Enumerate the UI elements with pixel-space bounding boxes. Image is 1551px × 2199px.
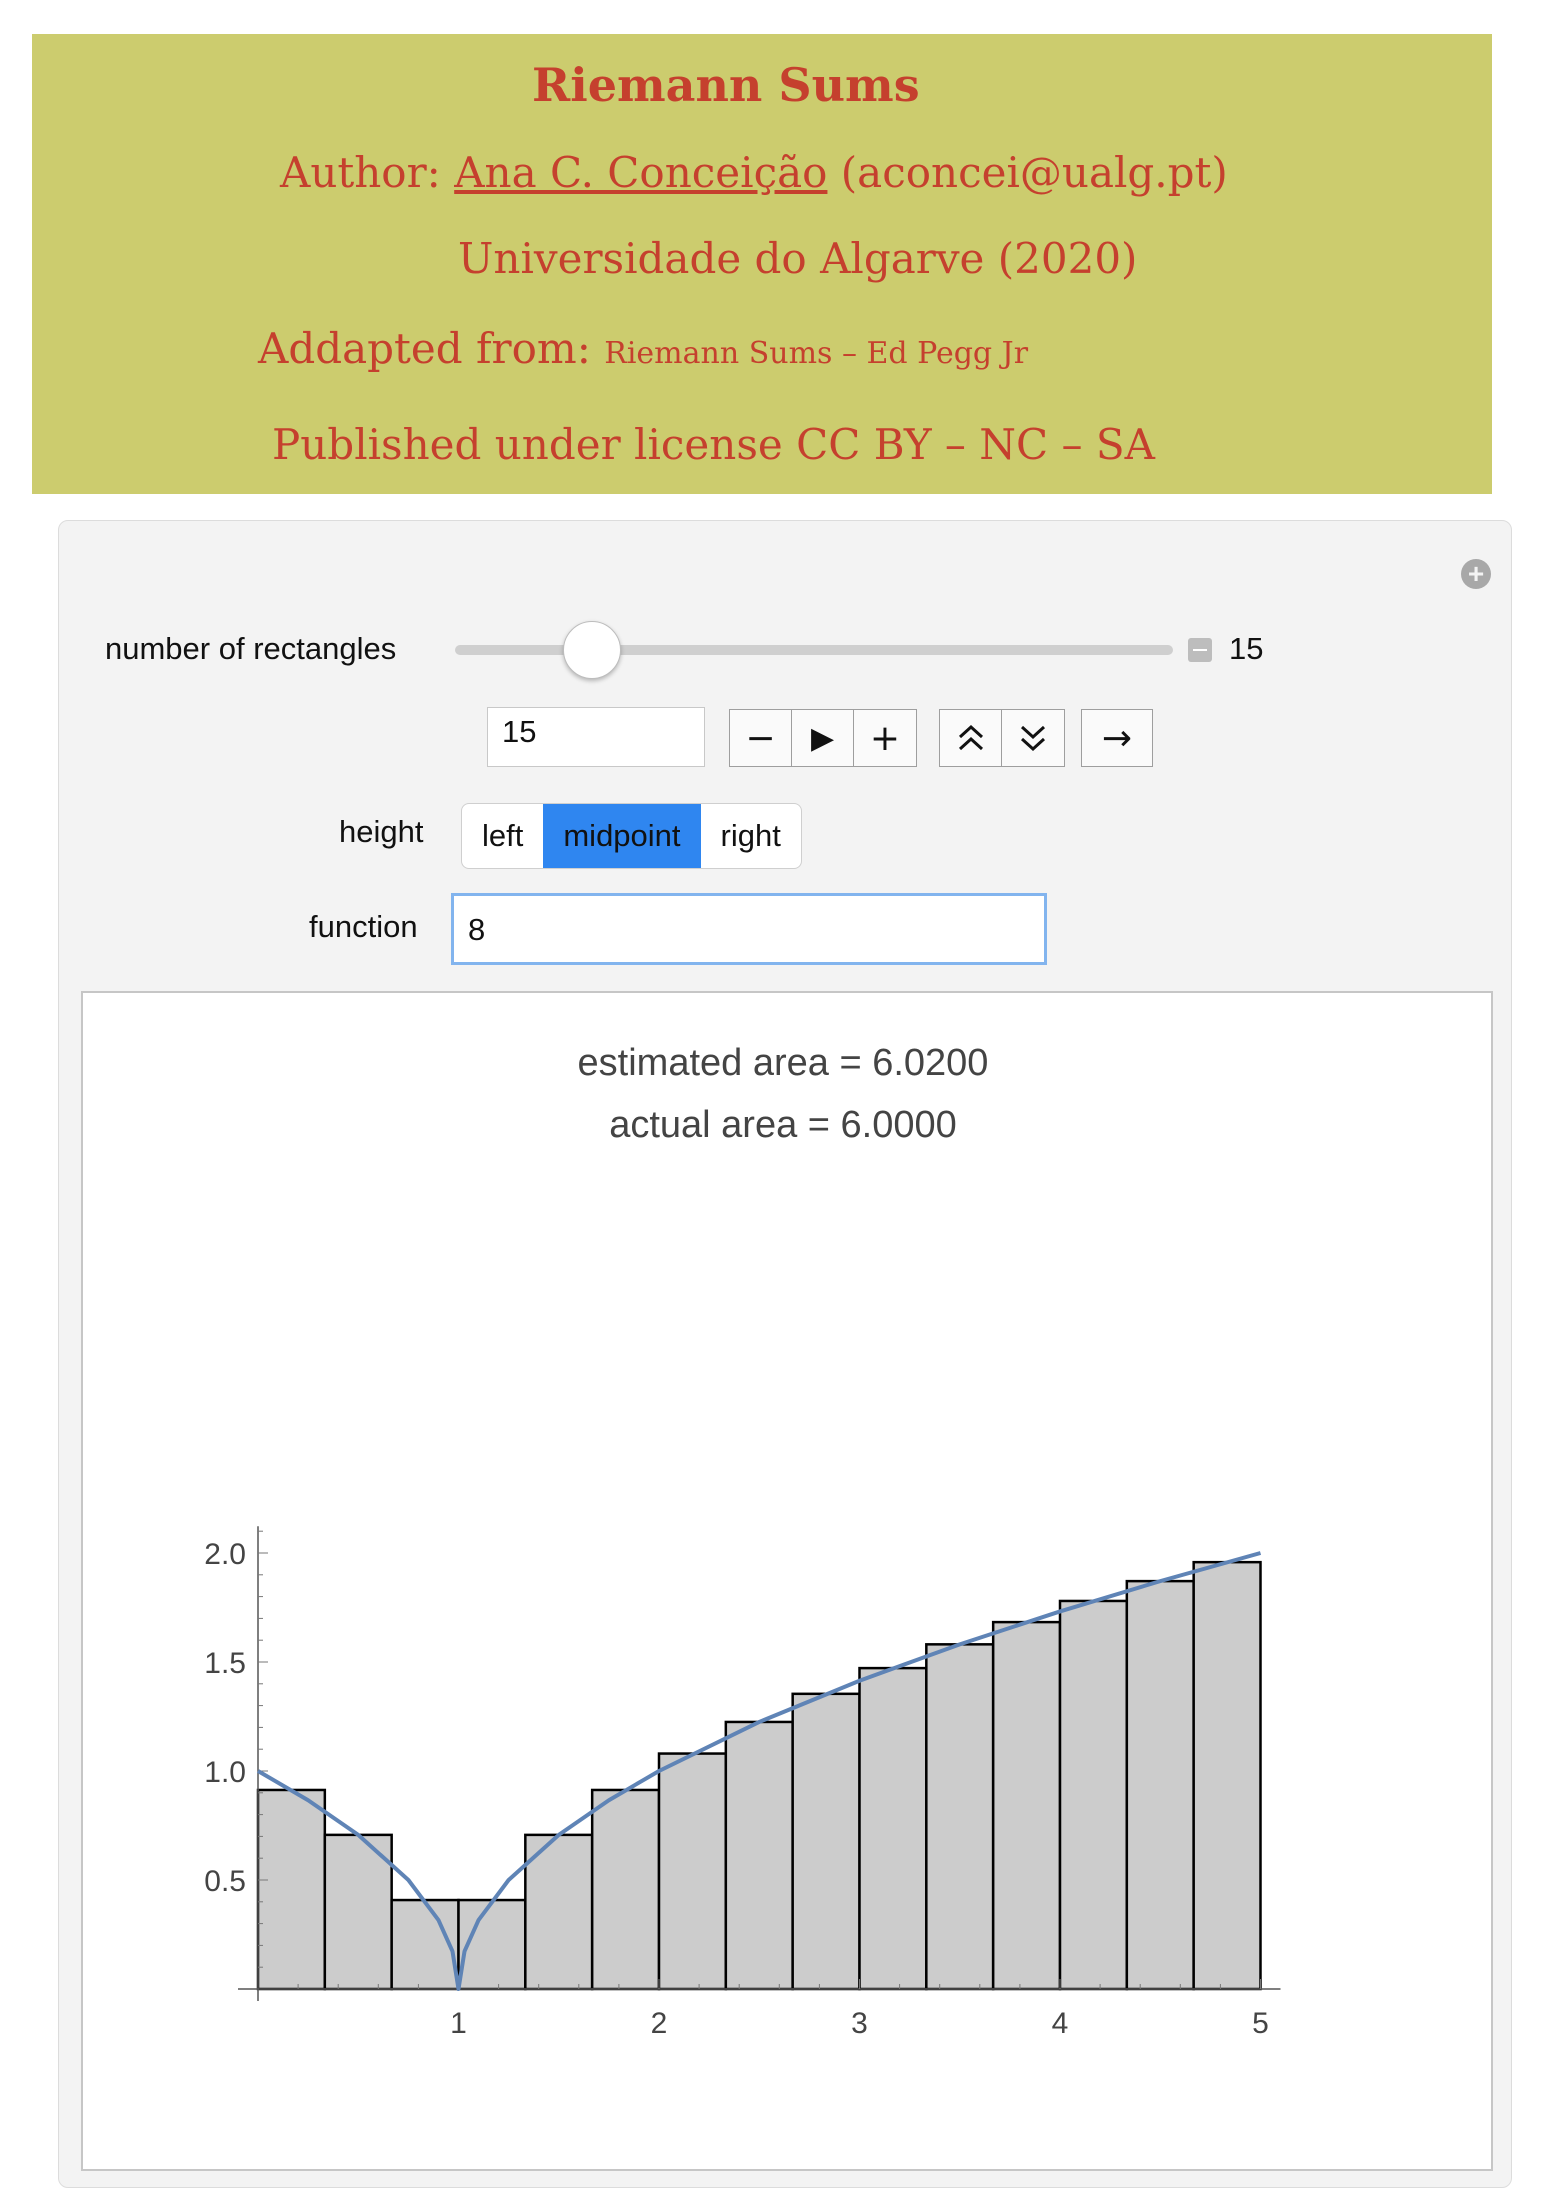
actual-area-label: actual area = 6.0000 xyxy=(609,1104,957,1146)
riemann-rectangle xyxy=(791,1692,861,1991)
riemann-rectangle xyxy=(657,1752,728,1991)
riemann-rectangle xyxy=(925,1643,995,1991)
manipulate-panel: + number of rectangles 15 15 − ▶ + → hei… xyxy=(58,520,1512,2188)
license-line: Published under license CC BY – NC – SA xyxy=(272,420,1155,469)
author-prefix: Author: xyxy=(280,148,441,197)
rectangles-slider-thumb[interactable] xyxy=(563,621,622,679)
plus-circle-icon[interactable]: + xyxy=(1461,559,1491,589)
rectangles-value: 15 xyxy=(1229,631,1264,666)
author-email: (aconcei@ualg.pt) xyxy=(840,148,1228,197)
riemann-rectangle xyxy=(1192,1560,1262,1991)
rectangles-label: number of rectangles xyxy=(105,631,397,666)
height-option-right[interactable]: right xyxy=(701,804,801,868)
adapted-line: Addapted from: Riemann Sums – Ed Pegg Jr xyxy=(258,324,1028,373)
function-label: function xyxy=(309,909,418,944)
direction-button[interactable]: → xyxy=(1082,710,1152,766)
riemann-rectangle xyxy=(1125,1579,1195,1991)
x-tick-label: 4 xyxy=(1052,2007,1069,2040)
height-selector: left midpoint right xyxy=(461,803,802,869)
speed-controls xyxy=(939,709,1065,767)
function-input[interactable]: 8 xyxy=(451,893,1047,965)
height-label: height xyxy=(339,814,424,849)
university-line: Universidade do Algarve (2020) xyxy=(458,234,1138,283)
y-tick-label: 1.0 xyxy=(204,1756,246,1789)
riemann-rectangle xyxy=(1058,1599,1129,1991)
riemann-rectangle xyxy=(256,1788,327,1991)
double-chevron-down-icon xyxy=(1020,725,1046,752)
riemann-rectangle xyxy=(858,1666,928,1991)
double-chevron-up-icon xyxy=(958,724,983,751)
y-tick-label: 1.5 xyxy=(204,1647,246,1680)
estimated-area-label: estimated area = 6.0200 xyxy=(578,1042,989,1084)
author-name-link[interactable]: Ana C. Conceição xyxy=(454,148,827,197)
riemann-chart: estimated area = 6.0200 actual area = 6.… xyxy=(204,1042,1281,2040)
step-controls: − ▶ + xyxy=(729,709,917,767)
slower-button[interactable] xyxy=(1002,710,1064,766)
adapted-prefix: Addapted from: xyxy=(258,324,591,373)
rectangles-input[interactable]: 15 xyxy=(487,707,705,767)
increment-button[interactable]: + xyxy=(854,710,916,766)
play-button[interactable]: ▶ xyxy=(792,710,854,766)
plot-area: estimated area = 6.0200 actual area = 6.… xyxy=(81,991,1493,2171)
banner-title: Riemann Sums xyxy=(532,58,920,112)
height-option-left[interactable]: left xyxy=(462,804,543,868)
decrement-button[interactable]: − xyxy=(730,710,792,766)
riemann-rectangle xyxy=(991,1620,1062,1991)
x-tick-label: 5 xyxy=(1252,2007,1269,2040)
height-option-midpoint[interactable]: midpoint xyxy=(543,804,701,868)
riemann-rectangle xyxy=(590,1788,661,1991)
y-tick-label: 2.0 xyxy=(204,1538,246,1571)
slider-collapse-icon[interactable] xyxy=(1188,638,1212,662)
direction-controls: → xyxy=(1081,709,1153,767)
x-tick-label: 3 xyxy=(851,2007,868,2040)
x-tick-label: 1 xyxy=(450,2007,467,2040)
riemann-rectangle xyxy=(724,1720,794,1991)
x-tick-label: 2 xyxy=(651,2007,668,2040)
faster-button[interactable] xyxy=(940,710,1002,766)
header-banner: Riemann Sums Author: Ana C. Conceição (a… xyxy=(32,34,1492,494)
y-tick-label: 0.5 xyxy=(204,1865,246,1898)
author-line: Author: Ana C. Conceição (aconcei@ualg.p… xyxy=(280,148,1228,197)
adapted-source: Riemann Sums – Ed Pegg Jr xyxy=(604,336,1029,371)
